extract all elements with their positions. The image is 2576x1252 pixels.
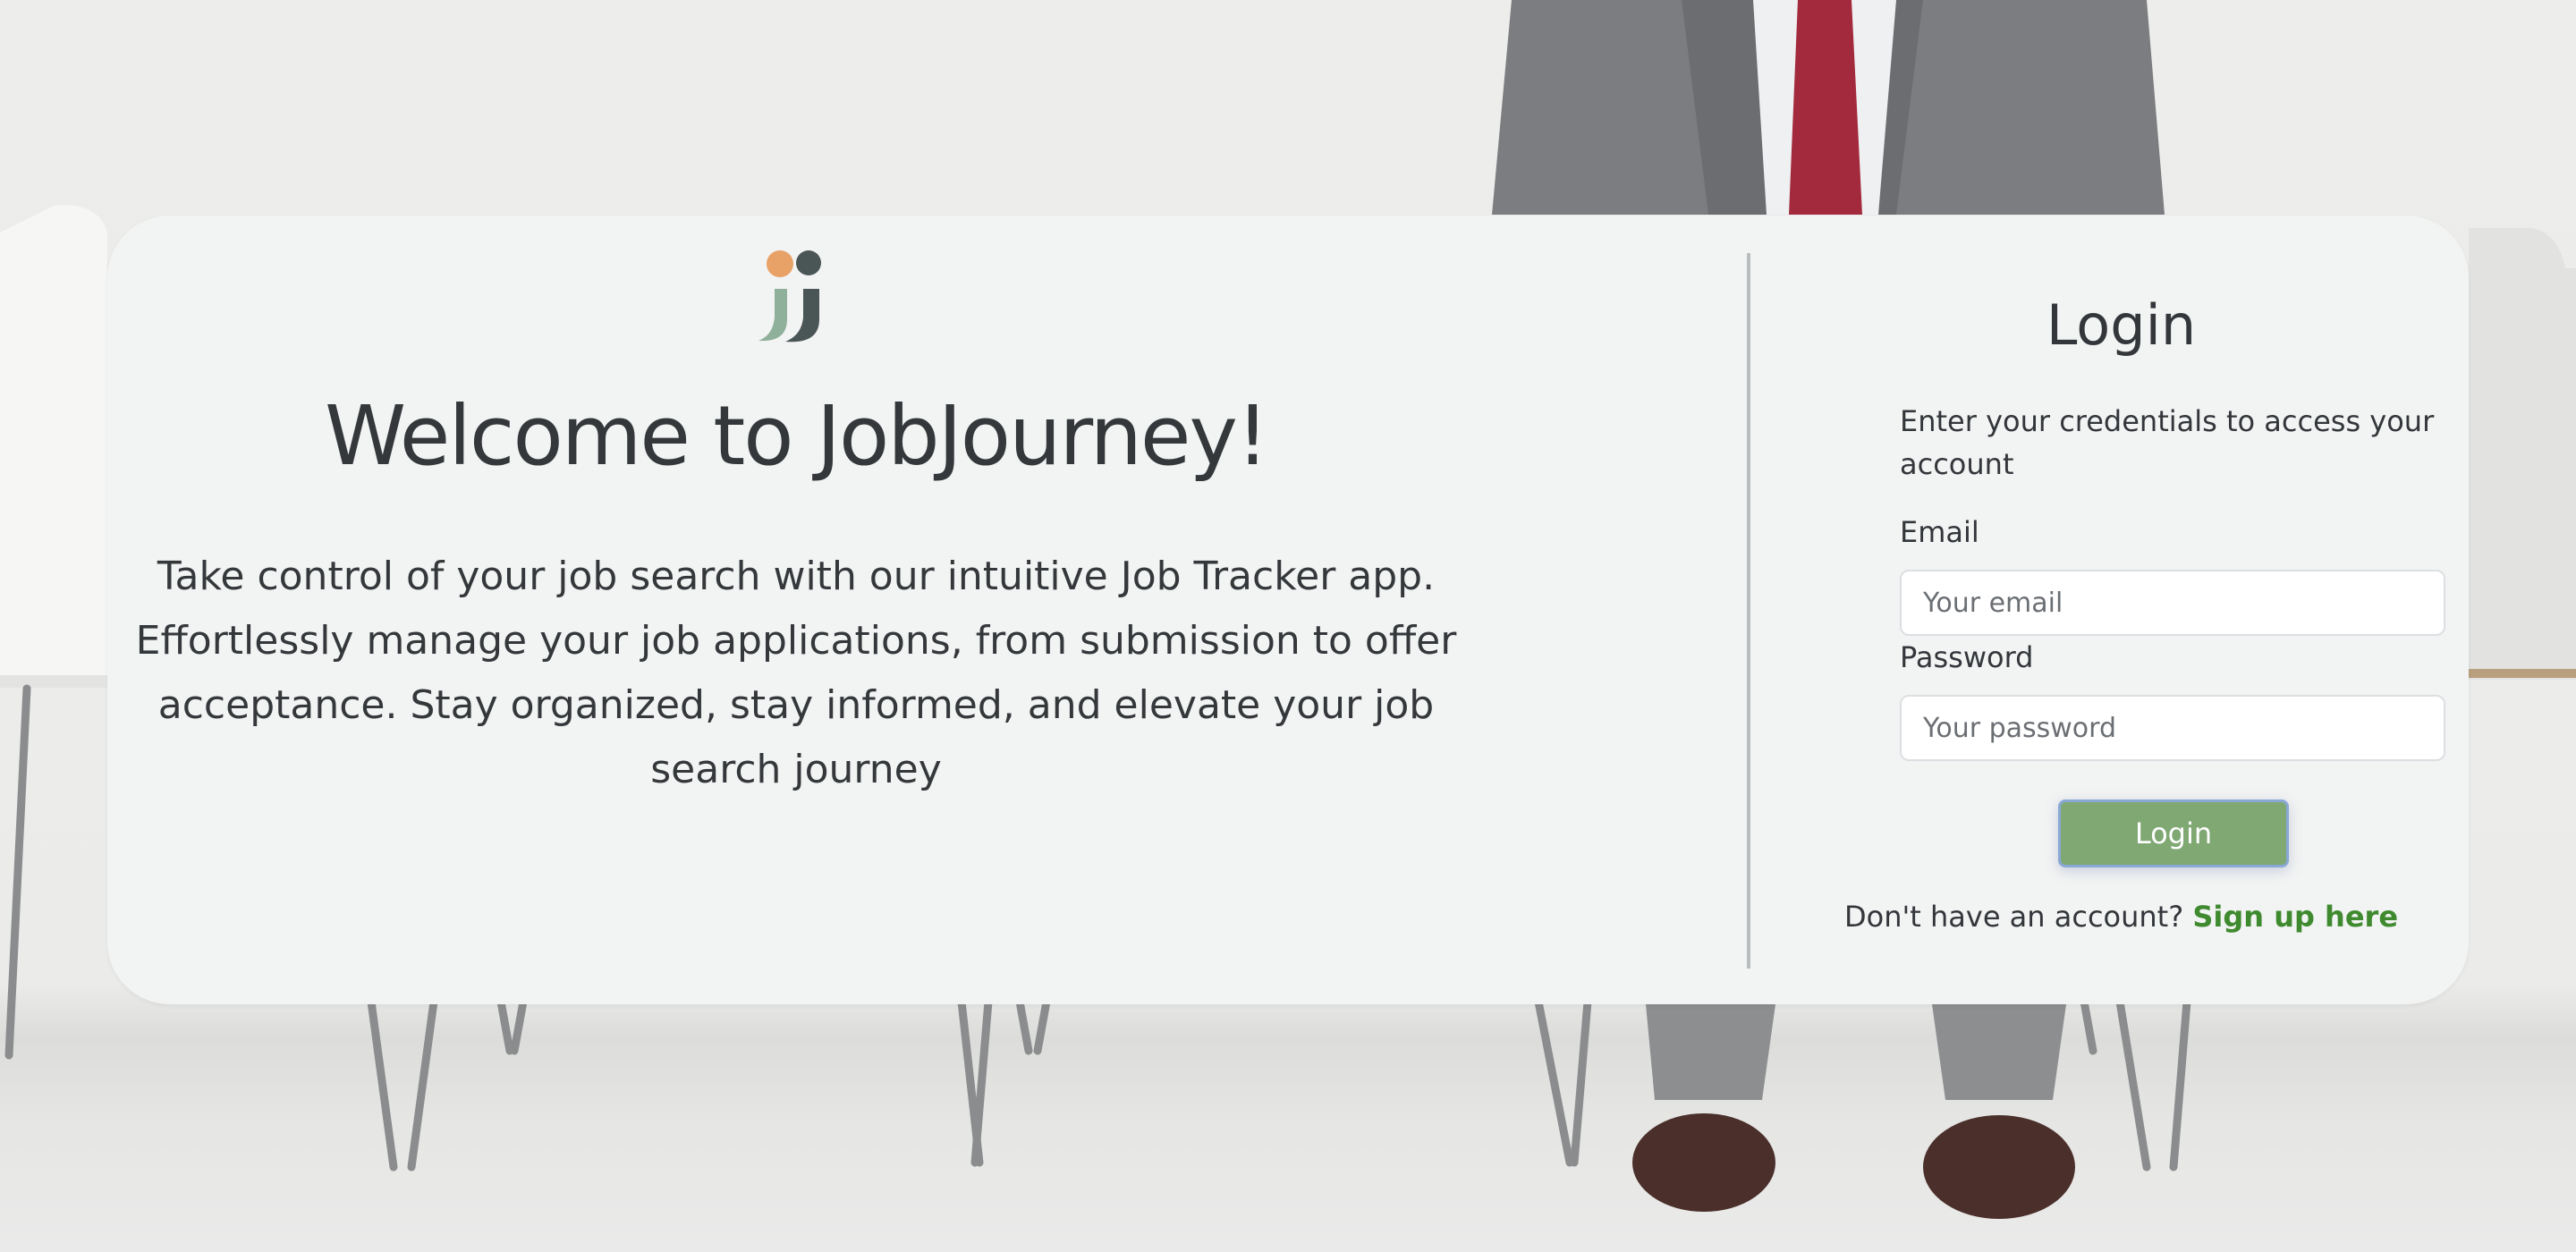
welcome-heading: Welcome to JobJourney!	[325, 388, 1269, 484]
password-label: Password	[1900, 640, 2034, 674]
signup-prompt: Don't have an account? Sign up here	[1792, 899, 2450, 935]
password-input[interactable]	[1900, 695, 2445, 761]
login-button[interactable]: Login	[2058, 799, 2289, 867]
vertical-divider	[1747, 253, 1750, 969]
login-panel: Login Enter your credentials to access y…	[1792, 216, 2450, 1004]
login-title: Login	[2046, 292, 2197, 358]
email-input[interactable]	[1900, 570, 2445, 636]
welcome-card: Welcome to JobJourney! Take control of y…	[107, 216, 2469, 1004]
login-subtitle: Enter your credentials to access your ac…	[1900, 404, 2435, 481]
signup-prompt-text: Don't have an account?	[1843, 900, 2193, 934]
welcome-description: Take control of your job search with our…	[135, 554, 1457, 792]
signup-link[interactable]: Sign up here	[2192, 900, 2398, 934]
email-label: Email	[1900, 515, 1979, 549]
jj-logo-icon	[758, 250, 821, 343]
